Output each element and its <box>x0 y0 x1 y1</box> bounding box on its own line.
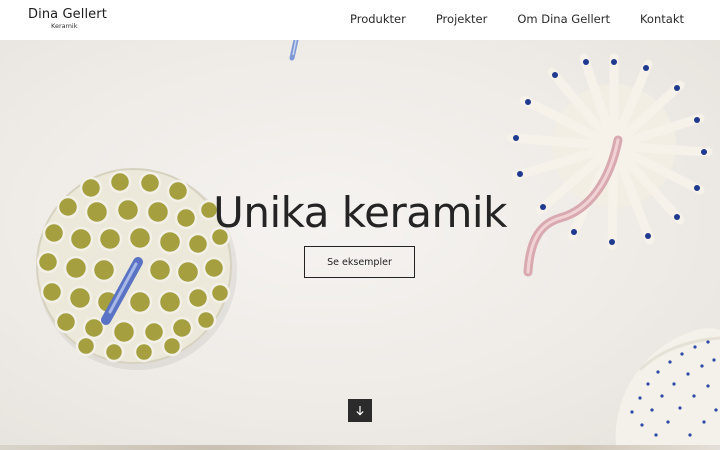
main-nav: Produkter Projekter Om Dina Gellert Kont… <box>350 12 684 26</box>
brand-logo[interactable]: Dina Gellert Keramik <box>28 7 107 31</box>
nav-item-kontakt[interactable]: Kontakt <box>640 12 684 26</box>
nav-item-projekter[interactable]: Projekter <box>436 12 488 26</box>
ceramic-dotted-vessel <box>615 328 720 445</box>
nav-item-om-dina-gellert[interactable]: Om Dina Gellert <box>517 12 610 26</box>
ceramic-stick-top <box>289 40 299 61</box>
see-examples-button[interactable]: Se eksempler <box>304 246 415 278</box>
brand-name: Dina Gellert <box>28 7 107 22</box>
next-section-preview <box>0 445 720 450</box>
arrow-down-icon <box>356 406 364 416</box>
nav-item-produkter[interactable]: Produkter <box>350 12 406 26</box>
hero-ceramics-image <box>36 40 720 445</box>
site-header: Dina Gellert Keramik Produkter Projekter… <box>0 0 720 40</box>
ceramic-spiky-sphere <box>507 53 713 277</box>
scroll-down-button[interactable] <box>348 399 372 422</box>
hero-title: Unika keramik <box>213 188 507 237</box>
brand-subtitle: Keramik <box>51 22 78 30</box>
hero-section: Unika keramik Se eksempler <box>0 40 720 445</box>
